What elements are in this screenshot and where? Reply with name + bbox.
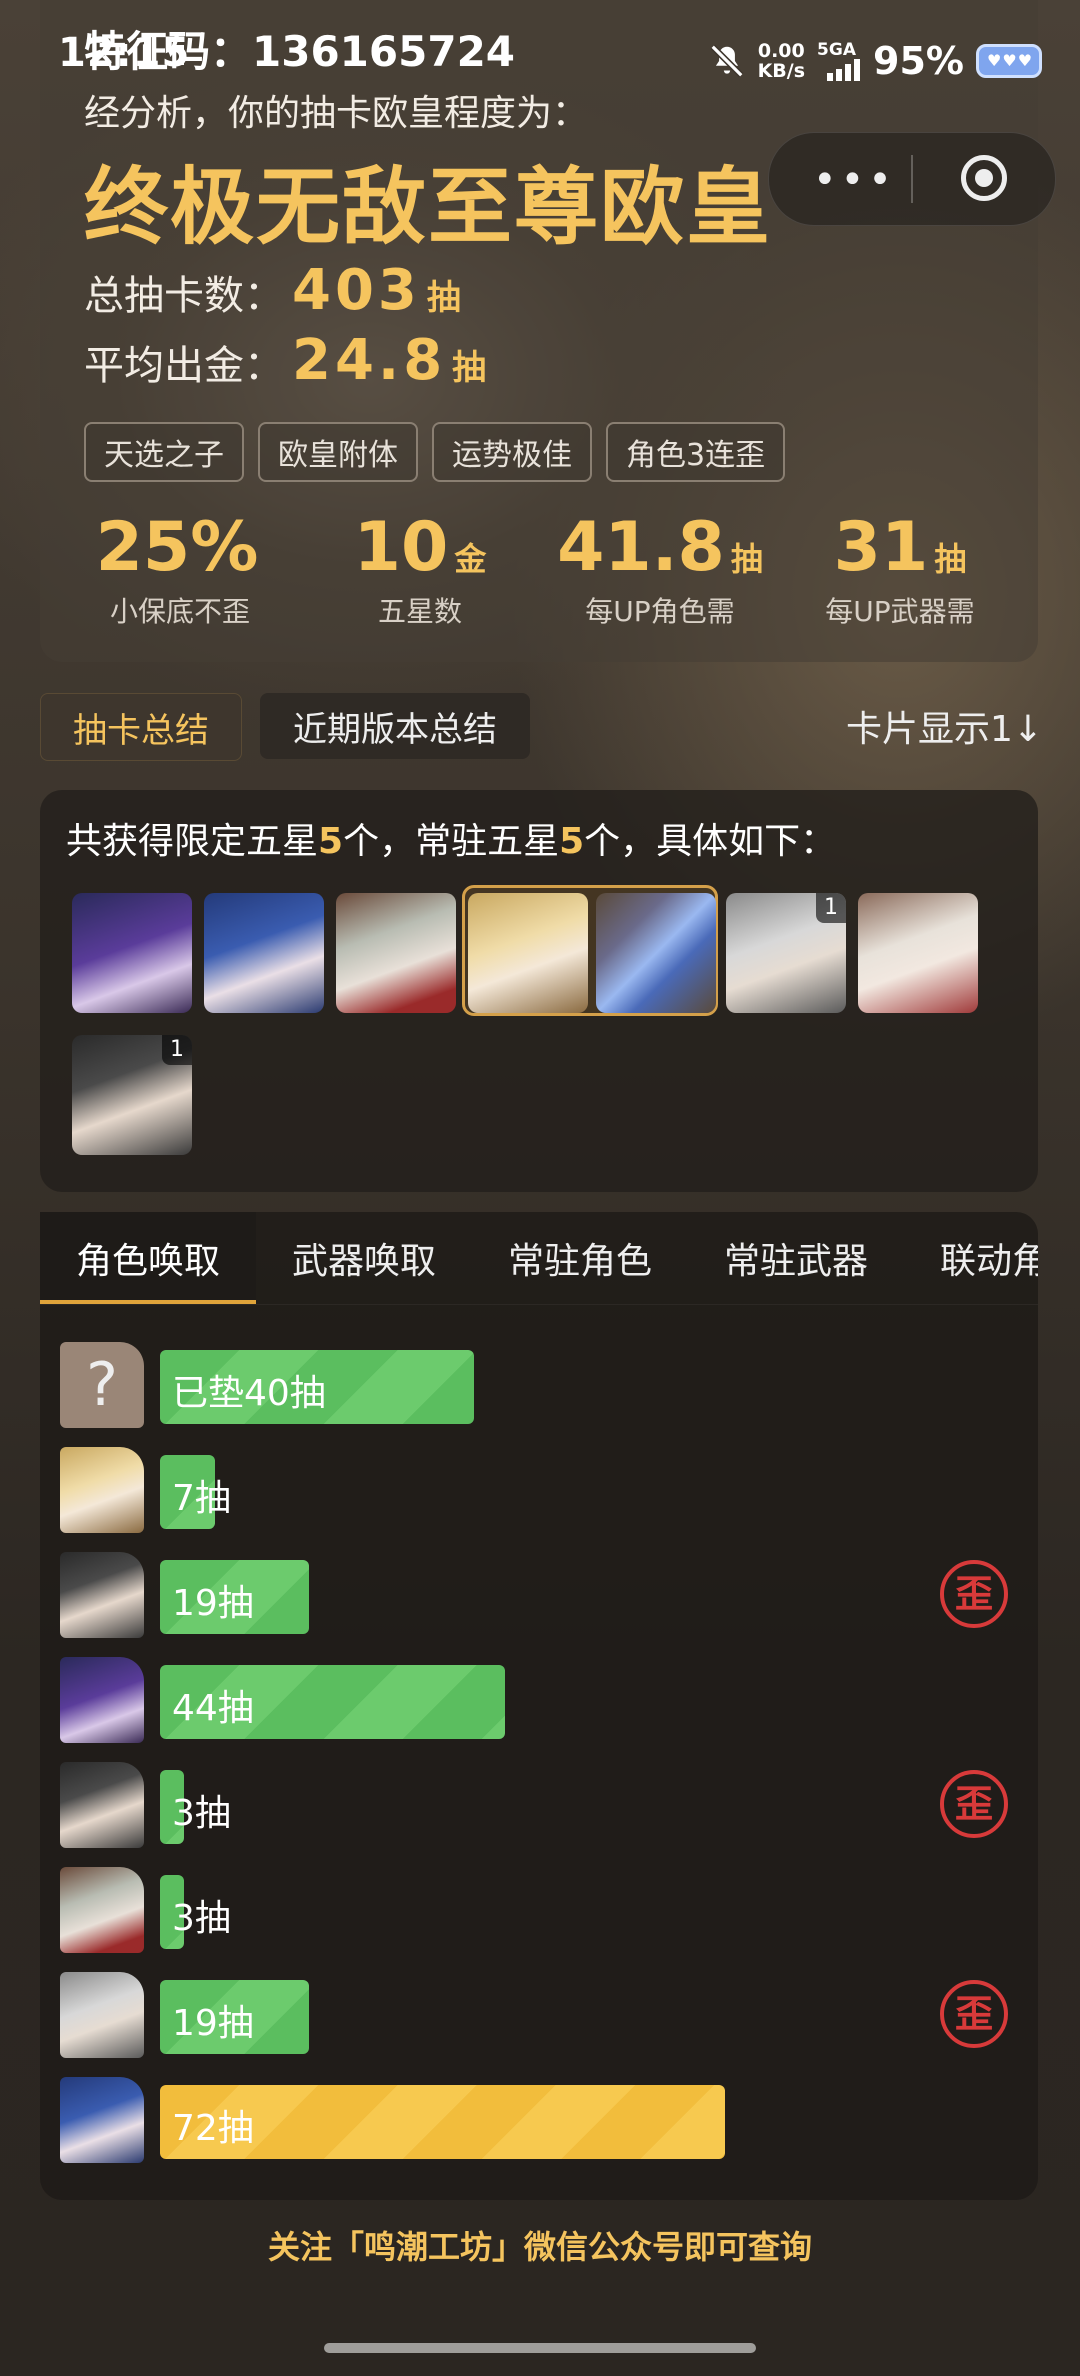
history-row: 19抽 歪 — [60, 1972, 1020, 2058]
pull-label: 19抽 — [172, 1583, 254, 1624]
battery-percent: 95% — [873, 39, 964, 83]
history-row: 72抽 — [60, 2077, 1020, 2163]
avatar — [60, 1552, 144, 1638]
tag: 运势极佳 — [432, 422, 592, 482]
history-row: 7抽 — [60, 1447, 1020, 1533]
avatar — [60, 1657, 144, 1743]
avatar — [60, 1867, 144, 1953]
metrics-row: 25% 小保底不歪 10 金 五星数 41.8 抽 每UP角色需 31 抽 每UP武器… — [60, 510, 1020, 630]
tab-recent-version[interactable]: 近期版本总结 — [260, 693, 530, 759]
mute-bell-icon — [710, 44, 744, 78]
portrait-8[interactable]: 1 — [72, 1035, 192, 1155]
lost-5050-badge: 歪 — [940, 1980, 1008, 2048]
avatar — [60, 1762, 144, 1848]
tab-summary[interactable]: 抽卡总结 — [40, 693, 242, 761]
portrait-6[interactable]: 1 — [726, 893, 846, 1013]
avatar — [60, 1972, 144, 2058]
more-icon[interactable]: ••• — [813, 157, 896, 203]
history-row: 44抽 — [60, 1657, 1020, 1743]
pull-label: 3抽 — [172, 1898, 231, 1939]
portrait-7[interactable] — [858, 893, 978, 1013]
rank-title: 终极无敌至尊欧皇 — [84, 158, 773, 256]
count-badge: 1 — [816, 893, 846, 923]
portrait-3[interactable] — [336, 893, 456, 1013]
pull-label: 44抽 — [172, 1688, 254, 1729]
lost-5050-badge: 歪 — [940, 1770, 1008, 1838]
tab-standard-character[interactable]: 常驻角色 — [472, 1212, 688, 1304]
metric-per-up-weapon: 31 抽 每UP武器需 — [825, 508, 975, 629]
tab-standard-weapon[interactable]: 常驻武器 — [688, 1212, 904, 1304]
tag: 欧皇附体 — [258, 422, 418, 482]
pull-label: 72抽 — [172, 2108, 254, 2149]
metric-no-lose: 25% 小保底不歪 — [95, 508, 259, 629]
count-badge: 1 — [162, 1035, 192, 1065]
analysis-text: 经分析，你的抽卡欧皇程度为： — [84, 93, 589, 134]
total-pulls: 总抽卡数： 403 抽 — [84, 258, 461, 323]
miniprogram-capsule: ••• — [768, 132, 1056, 226]
metric-per-up-character: 41.8 抽 每UP角色需 — [557, 508, 763, 629]
close-target-icon[interactable] — [961, 155, 1007, 201]
history-tabs: 角色唤取 武器唤取 常驻角色 常驻武器 联动角色 — [40, 1212, 1038, 1305]
card-display-toggle[interactable]: 卡片显示1↓ — [846, 700, 1043, 752]
history-row: 19抽 歪 — [60, 1552, 1020, 1638]
portrait-1[interactable] — [72, 893, 192, 1013]
portrait-4[interactable] — [468, 893, 588, 1013]
tag: 角色3连歪 — [606, 422, 786, 482]
summary-text: 共获得限定五星5个，常驻五星5个，具体如下： — [66, 821, 837, 862]
tag-list: 天选之子 欧皇附体 运势极佳 角色3连歪 — [84, 422, 786, 482]
average-gold: 平均出金： 24.8 抽 — [84, 328, 487, 393]
capsule-divider — [911, 155, 913, 203]
tab-collab-character[interactable]: 联动角色 — [904, 1212, 1038, 1304]
history-row: 3抽 — [60, 1867, 1020, 1953]
unknown-avatar: ? — [60, 1342, 144, 1428]
status-time: 12:15 — [58, 30, 191, 76]
tab-character-pull[interactable]: 角色唤取 — [40, 1212, 256, 1304]
signal-icon: 5GA — [817, 41, 861, 81]
battery-icon: ♥♥♥ — [976, 44, 1042, 78]
pull-label: 19抽 — [172, 2003, 254, 2044]
status-icons: 0.00 KB/s 5GA 95% ♥♥♥ — [708, 36, 1042, 86]
pull-label: 7抽 — [172, 1478, 231, 1519]
home-indicator[interactable] — [324, 2343, 756, 2353]
history-row: 3抽 歪 — [60, 1762, 1020, 1848]
avatar — [60, 1447, 144, 1533]
tab-weapon-pull[interactable]: 武器唤取 — [256, 1212, 472, 1304]
portrait-2[interactable] — [204, 893, 324, 1013]
footer-text: 关注「鸣潮工坊」微信公众号即可查询 — [267, 2228, 812, 2266]
pull-label: 3抽 — [172, 1793, 231, 1834]
tag: 天选之子 — [84, 422, 244, 482]
avatar — [60, 2077, 144, 2163]
lost-5050-badge: 歪 — [940, 1560, 1008, 1628]
history-row: ? 已垫40抽 — [60, 1342, 1020, 1428]
pull-label: 已垫40抽 — [172, 1373, 326, 1414]
network-speed: 0.00 KB/s — [757, 40, 806, 82]
metric-five-star-count: 10 金 五星数 — [353, 508, 487, 629]
portrait-5-weapon[interactable] — [596, 893, 716, 1013]
